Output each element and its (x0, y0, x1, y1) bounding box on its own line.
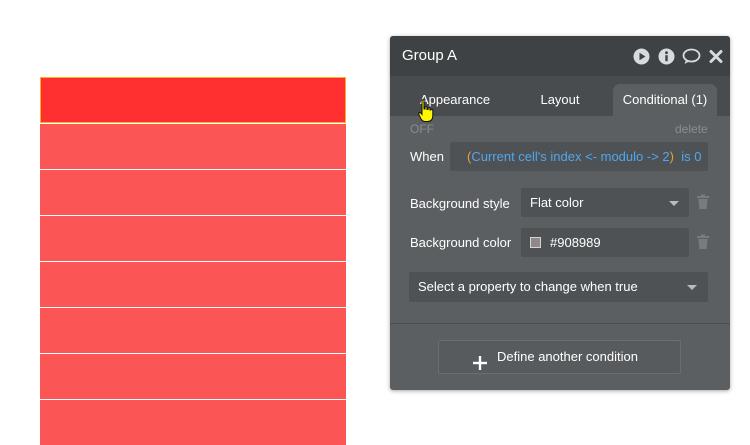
when-label: When (410, 149, 444, 164)
repeating-group-cell[interactable] (40, 354, 346, 399)
repeating-group-cell[interactable] (40, 262, 346, 307)
background-style-label: Background style (410, 196, 510, 211)
select-property-placeholder: Select a property to change when true (418, 279, 638, 294)
close-icon[interactable] (709, 48, 723, 65)
panel-header[interactable]: Group A (390, 36, 730, 76)
background-color-picker[interactable]: #908989 (521, 228, 689, 257)
define-another-condition-button[interactable]: Define another condition (438, 340, 681, 374)
background-style-value: Flat color (530, 195, 584, 210)
trash-icon[interactable] (696, 194, 710, 210)
trash-icon[interactable] (696, 234, 710, 250)
background-color-value: #908989 (550, 235, 601, 250)
repeating-group-cell[interactable] (40, 170, 346, 215)
comment-icon[interactable] (682, 48, 701, 65)
preview-icon[interactable] (633, 48, 650, 65)
repeating-group-cell[interactable] (40, 124, 346, 169)
expression-suffix[interactable]: is 0 (681, 149, 701, 164)
tab-layout[interactable]: Layout (520, 84, 600, 116)
expression-text[interactable]: Current cell's index <- modulo -> 2 (471, 149, 669, 164)
select-property-dropdown[interactable]: Select a property to change when true (409, 272, 708, 302)
chevron-down-icon (669, 201, 679, 206)
delete-condition-link[interactable]: delete (675, 122, 708, 136)
hand-cursor-icon (418, 99, 434, 123)
panel-divider (390, 323, 730, 324)
repeating-group-cell[interactable] (40, 400, 346, 445)
condition-expression-field[interactable]: (Current cell's index <- modulo -> 2) is… (450, 142, 708, 171)
plus-icon (473, 350, 487, 370)
property-editor-panel: Group A Appearance Layout Conditional (1… (390, 36, 730, 390)
background-color-label: Background color (410, 235, 512, 250)
condition-state-toggle[interactable]: OFF (410, 122, 434, 136)
background-style-dropdown[interactable]: Flat color (521, 188, 689, 217)
define-button-label: Define another condition (497, 349, 638, 364)
repeating-group[interactable] (40, 77, 346, 445)
expression-close-paren: ) (669, 149, 674, 164)
tab-conditional[interactable]: Conditional (1) (613, 84, 717, 116)
info-icon[interactable] (658, 48, 675, 65)
repeating-group-cell[interactable] (40, 216, 346, 261)
color-swatch[interactable] (530, 237, 541, 248)
repeating-group-cell-selected[interactable] (40, 77, 346, 123)
panel-title: Group A (402, 47, 458, 64)
panel-tabs: Appearance Layout Conditional (1) (390, 76, 730, 116)
chevron-down-icon (687, 285, 697, 290)
repeating-group-cell[interactable] (40, 308, 346, 353)
